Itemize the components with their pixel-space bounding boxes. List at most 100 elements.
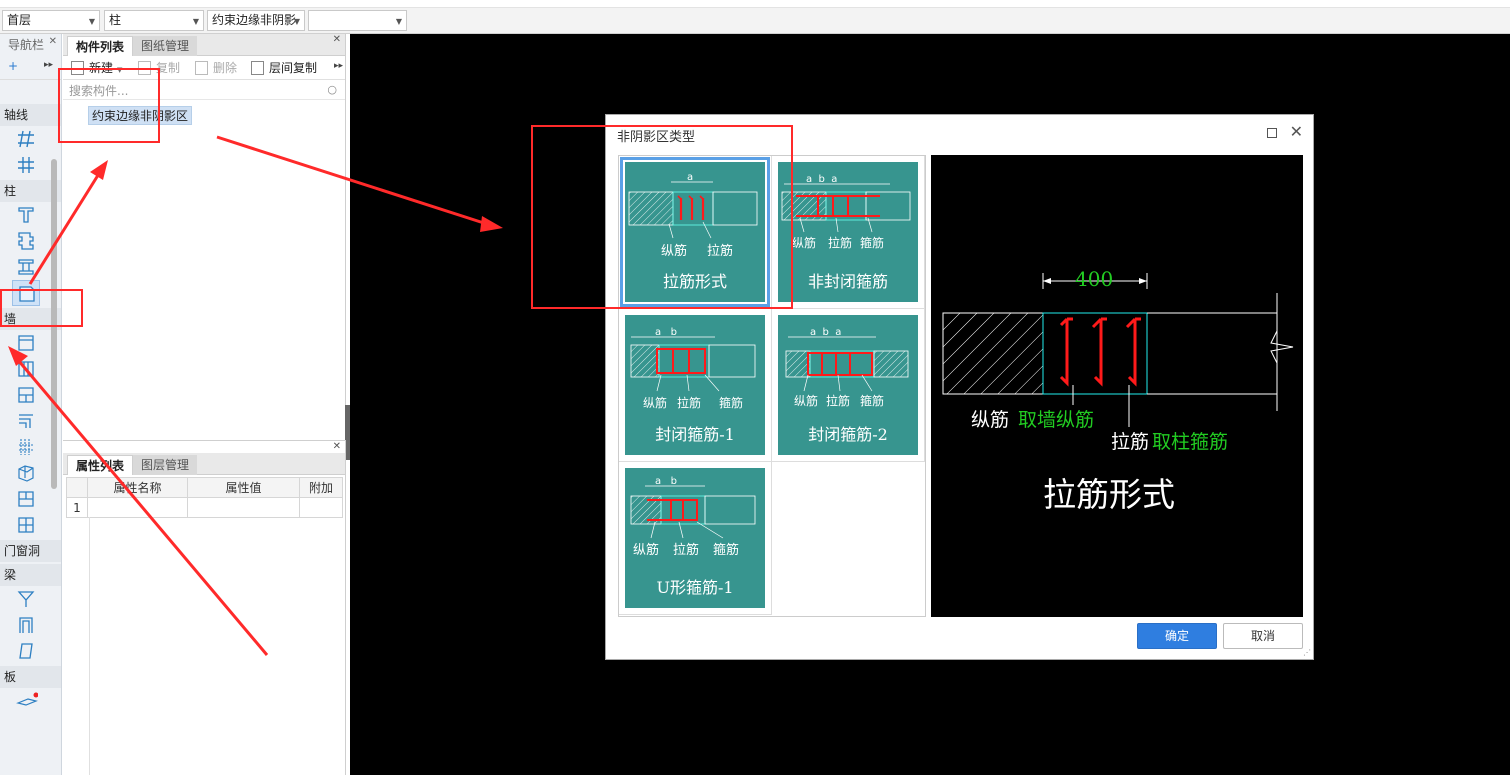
rebar-label: 箍筋 xyxy=(860,236,885,250)
property-table: 属性名称 属性值 附加 1 xyxy=(66,477,343,518)
resize-grip-icon[interactable]: ⋰ xyxy=(1303,649,1311,657)
annotation-box-new xyxy=(58,68,160,143)
add-icon[interactable]: + xyxy=(8,59,18,73)
preview-title: 拉筋形式 xyxy=(1043,475,1175,514)
nav-header: 导航栏 ✕ xyxy=(0,34,61,56)
subtype-select-value: 约束边缘非阴影 xyxy=(212,13,297,27)
beam-icon[interactable] xyxy=(12,586,40,612)
expand-icon[interactable]: ▸▸ xyxy=(334,61,343,71)
curtain-wall-icon[interactable] xyxy=(12,382,40,408)
rebar-label: 拉筋 xyxy=(826,394,851,408)
ring-beam-icon[interactable] xyxy=(12,612,40,638)
nav-section-axis[interactable]: 轴线 xyxy=(0,104,61,126)
floor-copy-label: 层间复制 xyxy=(269,61,318,75)
maximize-icon[interactable] xyxy=(1267,128,1277,138)
lintel-icon[interactable] xyxy=(12,638,40,664)
row-number-header xyxy=(66,477,88,498)
property-name-cell[interactable] xyxy=(87,497,188,518)
slab-icon[interactable] xyxy=(12,688,40,714)
wall-panel-icon[interactable] xyxy=(12,486,40,512)
column-icon[interactable] xyxy=(12,202,40,228)
tab-drawing-management[interactable]: 图纸管理 xyxy=(133,36,198,56)
option-cell: a b 纵筋 拉筋 箍筋 封闭箍筋-1 xyxy=(619,309,772,462)
preview-dimension: 400 xyxy=(1075,267,1114,291)
rebar-label: 箍筋 xyxy=(713,543,740,558)
chevron-down-icon: ▼ xyxy=(192,17,199,26)
chevron-down-icon: ▼ xyxy=(88,17,95,26)
tab-layer-management[interactable]: 图层管理 xyxy=(133,455,198,475)
annotation-box-nav-icon xyxy=(0,289,83,327)
tab-component-list[interactable]: 构件列表 xyxy=(67,36,134,56)
component-tree: 约束边缘非阴影区 xyxy=(63,100,345,400)
close-icon[interactable]: ✕ xyxy=(333,34,341,45)
component-type-select[interactable]: 柱 ▼ xyxy=(104,10,204,31)
column-header: 附加 xyxy=(299,477,343,498)
insulation-wall-icon[interactable] xyxy=(12,408,40,434)
preview-longitudinal-note: 取墙纵筋 xyxy=(1018,409,1095,431)
ok-button[interactable]: 确定 xyxy=(1137,623,1217,649)
wall-grid-icon[interactable] xyxy=(12,512,40,538)
selection-toolbar: 首层 ▼ 柱 ▼ 约束边缘非阴影 ▼ ▼ xyxy=(0,8,1510,34)
top-strip xyxy=(0,0,1510,8)
search-icon[interactable]: ○ xyxy=(327,83,337,96)
type-preview: 400 纵筋 取墙纵筋 拉筋 取柱箍筋 拉筋形式 xyxy=(931,155,1303,617)
nav-section-slab[interactable]: 板 xyxy=(0,666,61,688)
rebar-label: 纵筋 xyxy=(633,543,660,558)
nav-tools: + ▸▸ xyxy=(0,56,61,80)
rebar-label: 箍筋 xyxy=(719,396,744,410)
floor-select[interactable]: 首层 ▼ xyxy=(2,10,100,31)
property-extra-cell[interactable] xyxy=(299,497,343,518)
nav-title: 导航栏 xyxy=(8,38,45,52)
wall-rebar-icon[interactable] xyxy=(12,434,40,460)
column-cap-icon[interactable] xyxy=(12,228,40,254)
option-open-stirrup[interactable]: a b a 纵筋 拉筋 箍筋 非封闭箍筋 xyxy=(778,162,918,302)
table-row[interactable]: 1 xyxy=(66,497,343,518)
row-gutter xyxy=(66,517,90,775)
close-icon[interactable]: ✕ xyxy=(1290,122,1303,141)
nav-section-beam[interactable]: 梁 xyxy=(0,564,61,586)
wall-box-icon[interactable] xyxy=(12,460,40,486)
option-cell: a b a 纵筋 拉筋 箍筋 封闭箍筋-2 xyxy=(772,309,925,462)
option-u-stirrup-1[interactable]: a b 纵筋 拉筋 箍筋 U形箍筋-1 xyxy=(625,468,765,608)
column-header: 属性值 xyxy=(187,477,300,498)
close-icon[interactable]: ✕ xyxy=(49,31,57,53)
rebar-label: 拉筋 xyxy=(673,543,700,558)
axis-net-icon[interactable] xyxy=(12,152,40,178)
masonry-wall-icon[interactable] xyxy=(12,356,40,382)
nav-section-door-window[interactable]: 门窗洞 xyxy=(0,540,61,562)
property-value-cell[interactable] xyxy=(187,497,300,518)
component-tabs: 构件列表 图纸管理 ✕ xyxy=(63,34,345,56)
extra-select[interactable]: ▼ xyxy=(308,10,407,31)
tab-property-list[interactable]: 属性列表 xyxy=(67,455,134,475)
dim-label: a b xyxy=(655,476,678,487)
annotation-box-option xyxy=(531,125,793,309)
option-label: U形箍筋-1 xyxy=(656,578,734,597)
dim-label: a b xyxy=(655,327,678,338)
option-closed-stirrup-1[interactable]: a b 纵筋 拉筋 箍筋 封闭箍筋-1 xyxy=(625,315,765,455)
dim-label: a b a xyxy=(810,327,842,338)
rebar-label: 纵筋 xyxy=(794,394,819,408)
component-subtype-select[interactable]: 约束边缘非阴影 ▼ xyxy=(207,10,305,31)
axis-grid-icon[interactable] xyxy=(12,126,40,152)
rebar-label: 纵筋 xyxy=(643,396,668,410)
property-tabs: 属性列表 图层管理 ✕ xyxy=(63,441,345,475)
expand-icon[interactable]: ▸▸ xyxy=(44,60,53,70)
floor-select-value: 首层 xyxy=(7,13,32,27)
option-label: 封闭箍筋-1 xyxy=(655,425,735,444)
preview-tie-note: 取柱箍筋 xyxy=(1152,431,1229,453)
property-panel: 属性列表 图层管理 ✕ 属性名称 属性值 附加 1 xyxy=(63,440,346,775)
rebar-label: 纵筋 xyxy=(792,236,817,250)
constructional-column-icon[interactable] xyxy=(12,254,40,280)
close-icon[interactable]: ✕ xyxy=(333,441,341,452)
option-closed-stirrup-2[interactable]: a b a 纵筋 拉筋 箍筋 封闭箍筋-2 xyxy=(778,315,918,455)
preview-tie-label: 拉筋 xyxy=(1111,431,1150,453)
rebar-label: 箍筋 xyxy=(860,394,885,408)
chevron-down-icon: ▼ xyxy=(293,17,300,26)
row-number: 1 xyxy=(66,497,88,518)
chevron-down-icon: ▼ xyxy=(395,17,402,26)
cancel-button[interactable]: 取消 xyxy=(1223,623,1303,649)
shear-wall-icon[interactable] xyxy=(12,330,40,356)
delete-button[interactable]: 删除 xyxy=(195,60,237,76)
floor-copy-button[interactable]: 层间复制 xyxy=(251,60,317,76)
option-cell: a b 纵筋 拉筋 箍筋 U形箍筋-1 xyxy=(619,462,772,615)
